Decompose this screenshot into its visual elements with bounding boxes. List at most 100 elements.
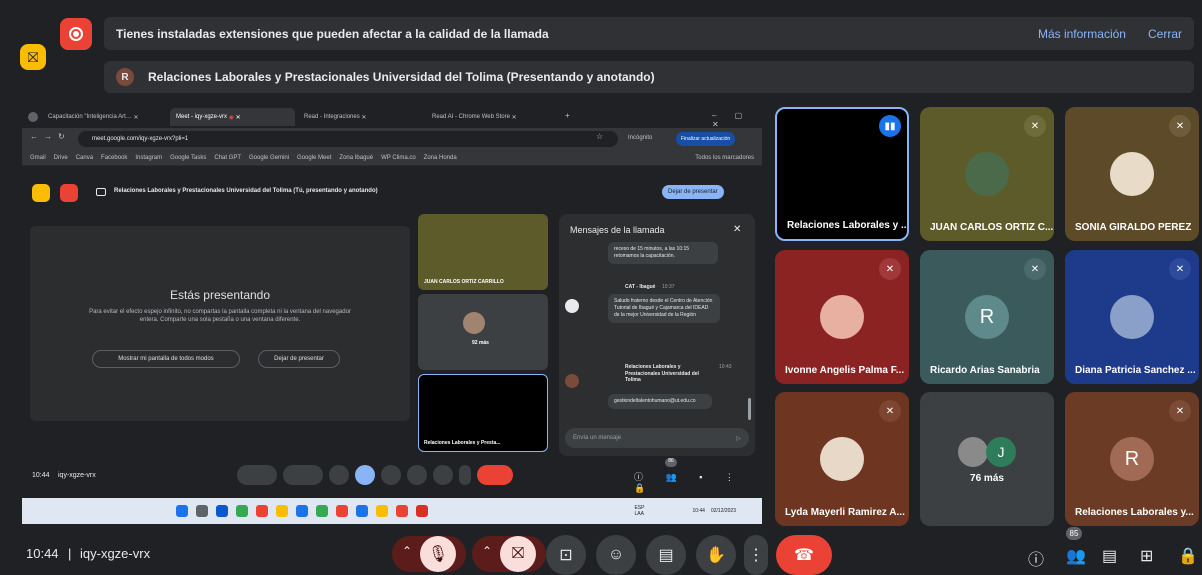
participant-tile[interactable]: ✕ R Relaciones Laborales y... bbox=[1065, 392, 1199, 526]
present-icon: ⊡ bbox=[559, 547, 573, 564]
back-icon[interactable]: ← bbox=[30, 132, 38, 141]
bookmark[interactable]: Gmail bbox=[30, 155, 46, 161]
bookmark[interactable]: Facebook bbox=[101, 155, 127, 161]
captions-button[interactable]: ▤ bbox=[646, 535, 686, 575]
tab-search-icon[interactable] bbox=[28, 112, 38, 122]
inner-code: iqy-xgze-vrx bbox=[58, 472, 96, 479]
participant-tile[interactable]: ✕ SONIA GIRALDO PEREZ bbox=[1065, 107, 1199, 241]
notice-text: Tienes instaladas extensiones que pueden… bbox=[116, 26, 549, 41]
more-options-button[interactable]: ⋮ bbox=[744, 535, 768, 575]
chat-avatar bbox=[565, 374, 579, 388]
people-badge: 85 bbox=[1066, 527, 1082, 540]
avatar bbox=[958, 437, 988, 467]
record-button[interactable] bbox=[60, 18, 92, 50]
send-icon[interactable]: ▷ bbox=[736, 435, 741, 442]
forward-icon[interactable]: → bbox=[44, 132, 52, 141]
chat-input[interactable]: Envía un mensaje ▷ bbox=[565, 428, 749, 448]
participant-tile[interactable]: ✕ R Ricardo Arias Sanabria bbox=[920, 250, 1054, 384]
bookmark[interactable]: Google Meet bbox=[297, 155, 331, 161]
stop-annotation-button[interactable]: ⛝ bbox=[20, 44, 46, 70]
meeting-code: iqy-xgze-vrx bbox=[80, 546, 151, 561]
taskbar: ESP LAA 10:44 02/12/2023 bbox=[22, 498, 762, 524]
bookmark[interactable]: Drive bbox=[54, 155, 68, 161]
mic-off-icon: ✕ bbox=[1169, 400, 1191, 422]
inner-controls[interactable] bbox=[237, 464, 549, 486]
participant-tile[interactable]: ✕ Lyda Mayerli Ramirez A... bbox=[775, 392, 909, 526]
activities-icon[interactable]: ⊞ bbox=[1140, 546, 1153, 566]
chat-message: receso de 15 minutos, a las 10:15 retoma… bbox=[608, 242, 718, 264]
taskbar-date: 02/12/2023 bbox=[710, 508, 736, 514]
tile-name: 92 más bbox=[472, 340, 489, 346]
chat-scrollbar[interactable] bbox=[748, 398, 751, 420]
inner-annotation-button[interactable] bbox=[32, 184, 50, 202]
participant-tile[interactable]: ✕ Diana Patricia Sanchez ... bbox=[1065, 250, 1199, 384]
reload-icon[interactable]: ↻ bbox=[58, 132, 65, 141]
raise-hand-button[interactable]: ✋ bbox=[696, 535, 736, 575]
chat-sender: Relaciones Laborales y Prestacionales Un… bbox=[625, 364, 699, 383]
inner-right-icons[interactable]: ⓘ 👥 ▪ ⋮ 🔒 bbox=[634, 470, 762, 494]
chevron-up-icon[interactable]: ⌃ bbox=[402, 544, 412, 558]
inner-tile-1: JUAN CARLOS ORTIZ CARRILLO bbox=[418, 214, 548, 290]
presenting-banner: R Relaciones Laborales y Prestacionales … bbox=[104, 61, 1194, 93]
bookmark[interactable]: Chat GPT bbox=[214, 155, 241, 161]
inner-tile-3: Relaciones Laborales y Presta... bbox=[418, 374, 548, 452]
bookmark[interactable]: WP Clima.co bbox=[381, 155, 416, 161]
close-icon[interactable]: ✕ bbox=[733, 224, 741, 235]
chat-icon[interactable]: ▤ bbox=[1102, 546, 1117, 566]
window-controls[interactable]: – ▢ ✕ bbox=[712, 111, 762, 129]
new-tab-icon[interactable]: + bbox=[565, 111, 570, 120]
mic-off-icon: ✕ bbox=[1024, 115, 1046, 137]
all-bookmarks[interactable]: Todos los marcadores bbox=[695, 155, 754, 161]
info-icon[interactable]: ⓘ bbox=[1028, 546, 1044, 570]
people-icon[interactable]: 👥 bbox=[1066, 546, 1086, 566]
participant-tile[interactable]: ✕ JUAN CARLOS ORTIZ C... bbox=[920, 107, 1054, 241]
participant-tile-presenter[interactable]: ▮▮ Relaciones Laborales y ... bbox=[775, 107, 909, 241]
stop-presenting-button[interactable]: Dejar de presentar bbox=[662, 185, 724, 199]
chat-time: 10:37 bbox=[662, 284, 675, 290]
more-count: 76 más bbox=[970, 473, 1004, 484]
emoji-button[interactable]: ☺ bbox=[596, 535, 636, 575]
inner-presenting-text: Relaciones Laborales y Prestacionales Un… bbox=[114, 188, 378, 194]
avatar bbox=[965, 152, 1009, 196]
chevron-up-icon[interactable]: ⌃ bbox=[482, 544, 492, 558]
bookmarks-bar: Gmail Drive Canva Facebook Instagram Goo… bbox=[22, 150, 762, 166]
bookmark[interactable]: Instagram bbox=[135, 155, 162, 161]
more-participants-tile[interactable]: J 76 más bbox=[920, 392, 1054, 526]
mic-off-button[interactable]: 🎙 bbox=[420, 536, 456, 572]
bookmark[interactable]: Canva bbox=[76, 155, 93, 161]
shared-screen: Capacitación "Inteligencia Art… ✕ Meet -… bbox=[22, 106, 762, 524]
camera-off-button[interactable]: ⛝ bbox=[500, 536, 536, 572]
present-button[interactable]: ⊡ bbox=[546, 535, 586, 575]
chat-time: 10:43 bbox=[719, 364, 732, 370]
chat-message: Saludo fraterno desde el Centro de Atenc… bbox=[608, 294, 720, 323]
inner-tile-2: 92 más bbox=[418, 294, 548, 370]
inner-record-button[interactable] bbox=[60, 184, 78, 202]
update-button[interactable]: Finalizar actualización bbox=[676, 132, 736, 146]
divider: | bbox=[68, 546, 72, 561]
browser-tab[interactable]: Capacitación "Inteligencia Art… ✕ bbox=[42, 108, 167, 126]
emoji-icon: ☺ bbox=[607, 546, 625, 563]
bookmark[interactable]: Zona Ibagué bbox=[339, 155, 373, 161]
browser-tab[interactable]: Read - Integraciones ✕ bbox=[298, 108, 423, 126]
captions-icon: ▤ bbox=[658, 547, 674, 564]
bookmark[interactable]: Zona Honda bbox=[424, 155, 457, 161]
inner-present-icon bbox=[96, 188, 106, 196]
chat-title: Mensajes de la llamada bbox=[570, 225, 665, 235]
bookmark[interactable]: Google Gemini bbox=[249, 155, 289, 161]
more-info-link[interactable]: Más información bbox=[1038, 27, 1126, 41]
address-bar[interactable]: meet.google.com/iqy-xgze-vrx?pli=1 bbox=[78, 131, 618, 147]
taskbar-lang: ESP LAA bbox=[634, 505, 645, 517]
close-link[interactable]: Cerrar bbox=[1148, 27, 1182, 41]
stop-button[interactable]: Dejar de presentar bbox=[258, 350, 340, 368]
bookmark[interactable]: Google Tasks bbox=[170, 155, 206, 161]
incognito-label[interactable]: Incógnito bbox=[628, 135, 652, 141]
participant-tile[interactable]: ✕ Ivonne Angelis Palma F... bbox=[775, 250, 909, 384]
leave-call-button[interactable]: ☎ bbox=[776, 535, 832, 575]
show-anyway-button[interactable]: Mostrar mi pantalla de todos modos bbox=[92, 350, 240, 368]
record-icon bbox=[69, 27, 83, 41]
speaking-icon: ▮▮ bbox=[879, 115, 901, 137]
star-icon[interactable]: ☆ bbox=[596, 132, 603, 141]
browser-tab[interactable]: Read AI - Chrome Web Store ✕ bbox=[426, 108, 561, 126]
browser-tab-active[interactable]: Meet - iqy-xgze-vrx ◉ ✕ bbox=[170, 108, 295, 126]
host-controls-icon[interactable]: 🔒 bbox=[1178, 546, 1198, 566]
